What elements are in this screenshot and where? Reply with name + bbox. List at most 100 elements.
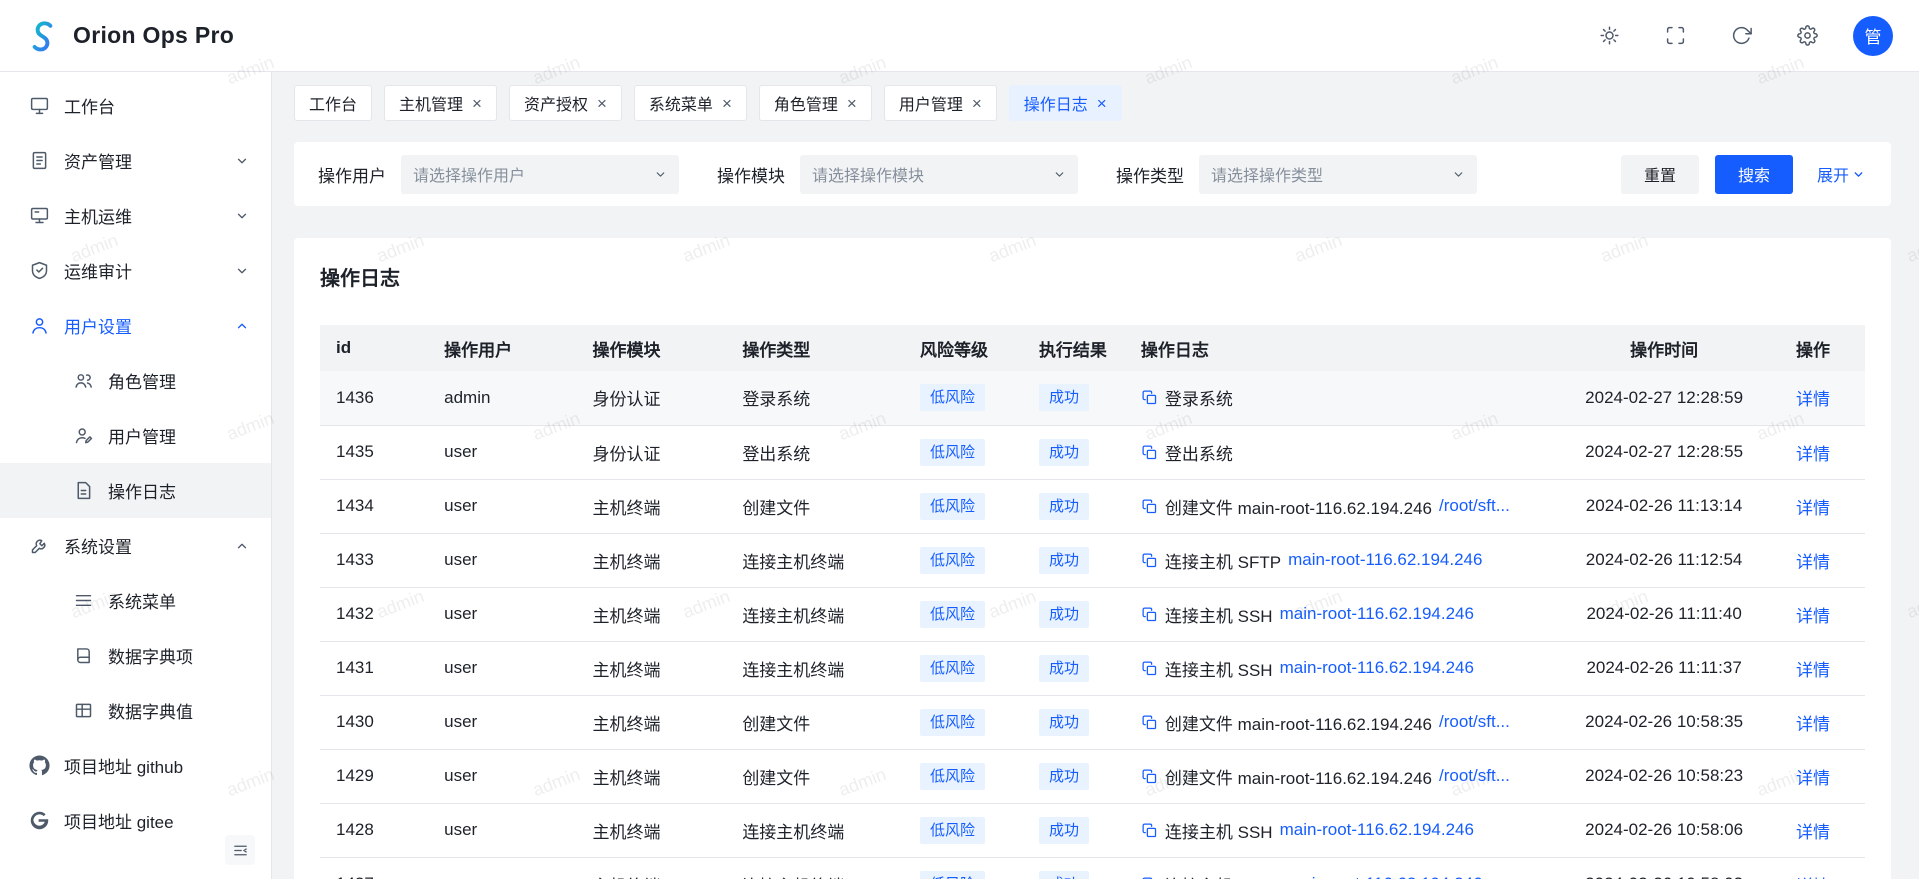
copy-icon[interactable]	[1141, 876, 1158, 879]
cell-id: 1436	[320, 371, 428, 425]
column-header: 操作	[1780, 325, 1865, 371]
brand[interactable]: Orion Ops Pro	[24, 17, 234, 54]
tab-label: 用户管理	[899, 91, 963, 115]
copy-icon[interactable]	[1141, 606, 1158, 623]
table-title: 操作日志	[320, 262, 1865, 291]
log-cell: 连接主机 SFTPmain-root-116.62.194.246	[1141, 872, 1532, 879]
tab-label: 工作台	[309, 91, 357, 115]
menu-icon	[73, 590, 94, 611]
copy-icon[interactable]	[1141, 660, 1158, 677]
fullscreen-icon[interactable]	[1655, 16, 1695, 56]
table-row: 1429user主机终端创建文件低风险成功创建文件 main-root-116.…	[320, 749, 1865, 803]
filter-select[interactable]: 请选择操作类型	[1199, 155, 1477, 194]
user-avatar[interactable]: 管	[1853, 16, 1893, 56]
tab-close-icon[interactable]: ×	[472, 95, 482, 112]
cell-time: 2024-02-26 11:13:14	[1548, 479, 1780, 533]
tab-item[interactable]: 主机管理×	[384, 85, 497, 121]
tab-item[interactable]: 系统菜单×	[634, 85, 747, 121]
sidebar-collapse-button[interactable]	[225, 835, 255, 865]
tab-item[interactable]: 工作台	[294, 85, 372, 121]
log-link[interactable]: main-root-116.62.194.246	[1280, 658, 1474, 678]
copy-icon[interactable]	[1141, 822, 1158, 839]
cell-time: 2024-02-27 12:28:55	[1548, 425, 1780, 479]
tab-item[interactable]: 角色管理×	[759, 85, 872, 121]
dict-value-icon	[73, 700, 94, 721]
tab-item[interactable]: 资产授权×	[509, 85, 622, 121]
copy-icon[interactable]	[1141, 714, 1158, 731]
sidebar-item-label: 项目地址 github	[64, 753, 183, 778]
tab-close-icon[interactable]: ×	[722, 95, 732, 112]
copy-icon[interactable]	[1141, 498, 1158, 515]
log-link[interactable]: main-root-116.62.194.246	[1280, 604, 1474, 624]
refresh-icon[interactable]	[1721, 16, 1761, 56]
sidebar-item[interactable]: 数据字典值	[0, 683, 271, 738]
log-link[interactable]: main-root-116.62.194.246	[1288, 874, 1482, 879]
copy-icon[interactable]	[1141, 768, 1158, 785]
cell-user: user	[428, 587, 576, 641]
tab-close-icon[interactable]: ×	[597, 95, 607, 112]
sidebar-item[interactable]: 主机运维	[0, 188, 271, 243]
sidebar-item[interactable]: 系统菜单	[0, 573, 271, 628]
sidebar-item-label: 数据字典项	[108, 643, 193, 668]
detail-link[interactable]: 详情	[1796, 769, 1830, 788]
chevron-down-icon	[1053, 168, 1066, 181]
sidebar-item[interactable]: 项目地址 github	[0, 738, 271, 793]
settings-icon[interactable]	[1787, 16, 1827, 56]
system-icon	[29, 535, 50, 556]
copy-icon[interactable]	[1141, 389, 1158, 406]
detail-link[interactable]: 详情	[1796, 445, 1830, 464]
sidebar-item-label: 操作日志	[108, 478, 176, 503]
cell-id: 1432	[320, 587, 428, 641]
copy-icon[interactable]	[1141, 552, 1158, 569]
filter-actions: 重置 搜索 展开	[1621, 155, 1865, 194]
tab-item[interactable]: 用户管理 ×	[884, 85, 997, 121]
detail-link[interactable]: 详情	[1796, 499, 1830, 518]
search-button[interactable]: 搜索	[1715, 155, 1793, 194]
sidebar-item[interactable]: 数据字典项	[0, 628, 271, 683]
detail-link[interactable]: 详情	[1796, 661, 1830, 680]
tab-active[interactable]: 操作日志×	[1009, 85, 1122, 121]
cell-time: 2024-02-26 10:58:23	[1548, 749, 1780, 803]
detail-link[interactable]: 详情	[1796, 553, 1830, 572]
log-link[interactable]: main-root-116.62.194.246	[1288, 550, 1482, 570]
log-text: 登录系统	[1165, 385, 1233, 410]
column-header: 执行结果	[1023, 325, 1125, 371]
reset-button[interactable]: 重置	[1621, 155, 1699, 194]
result-badge: 成功	[1039, 384, 1089, 411]
chevron-up-icon	[235, 539, 249, 553]
copy-icon[interactable]	[1141, 444, 1158, 461]
sidebar-item[interactable]: 工作台	[0, 78, 271, 133]
sidebar-item[interactable]: 角色管理	[0, 353, 271, 408]
risk-badge: 低风险	[920, 384, 985, 411]
cell-time: 2024-02-26 10:58:35	[1548, 695, 1780, 749]
detail-link[interactable]: 详情	[1796, 390, 1830, 409]
tab-close-icon[interactable]: ×	[847, 95, 857, 112]
cell-id: 1427	[320, 857, 428, 879]
theme-toggle-icon[interactable]	[1589, 16, 1629, 56]
sidebar-item[interactable]: 资产管理	[0, 133, 271, 188]
table-row: 1430user主机终端创建文件低风险成功创建文件 main-root-116.…	[320, 695, 1865, 749]
filter-select[interactable]: 请选择操作模块	[800, 155, 1078, 194]
sidebar-item[interactable]: 用户管理	[0, 408, 271, 463]
log-link[interactable]: main-root-116.62.194.246	[1280, 820, 1474, 840]
sidebar-item[interactable]: 系统设置	[0, 518, 271, 573]
log-cell: 创建文件 main-root-116.62.194.246/root/sft..…	[1141, 494, 1532, 519]
sidebar-item[interactable]: 运维审计	[0, 243, 271, 298]
sidebar-item-selected[interactable]: 操作日志	[0, 463, 271, 518]
tab-close-icon[interactable]: ×	[1097, 95, 1107, 112]
filter-select[interactable]: 请选择操作用户	[401, 155, 679, 194]
expand-toggle[interactable]: 展开	[1817, 162, 1865, 186]
log-link[interactable]: /root/sft...	[1439, 712, 1510, 732]
result-badge: 成功	[1039, 871, 1089, 879]
risk-badge: 低风险	[920, 547, 985, 574]
detail-link[interactable]: 详情	[1796, 715, 1830, 734]
sidebar-item[interactable]: 用户设置	[0, 298, 271, 353]
dict-item-icon	[73, 645, 94, 666]
log-link[interactable]: /root/sft...	[1439, 766, 1510, 786]
tab-close-icon[interactable]: ×	[972, 95, 982, 112]
detail-link[interactable]: 详情	[1796, 823, 1830, 842]
log-link[interactable]: /root/sft...	[1439, 496, 1510, 516]
chevron-down-icon	[235, 209, 249, 223]
cell-type: 连接主机终端	[726, 641, 904, 695]
detail-link[interactable]: 详情	[1796, 607, 1830, 626]
